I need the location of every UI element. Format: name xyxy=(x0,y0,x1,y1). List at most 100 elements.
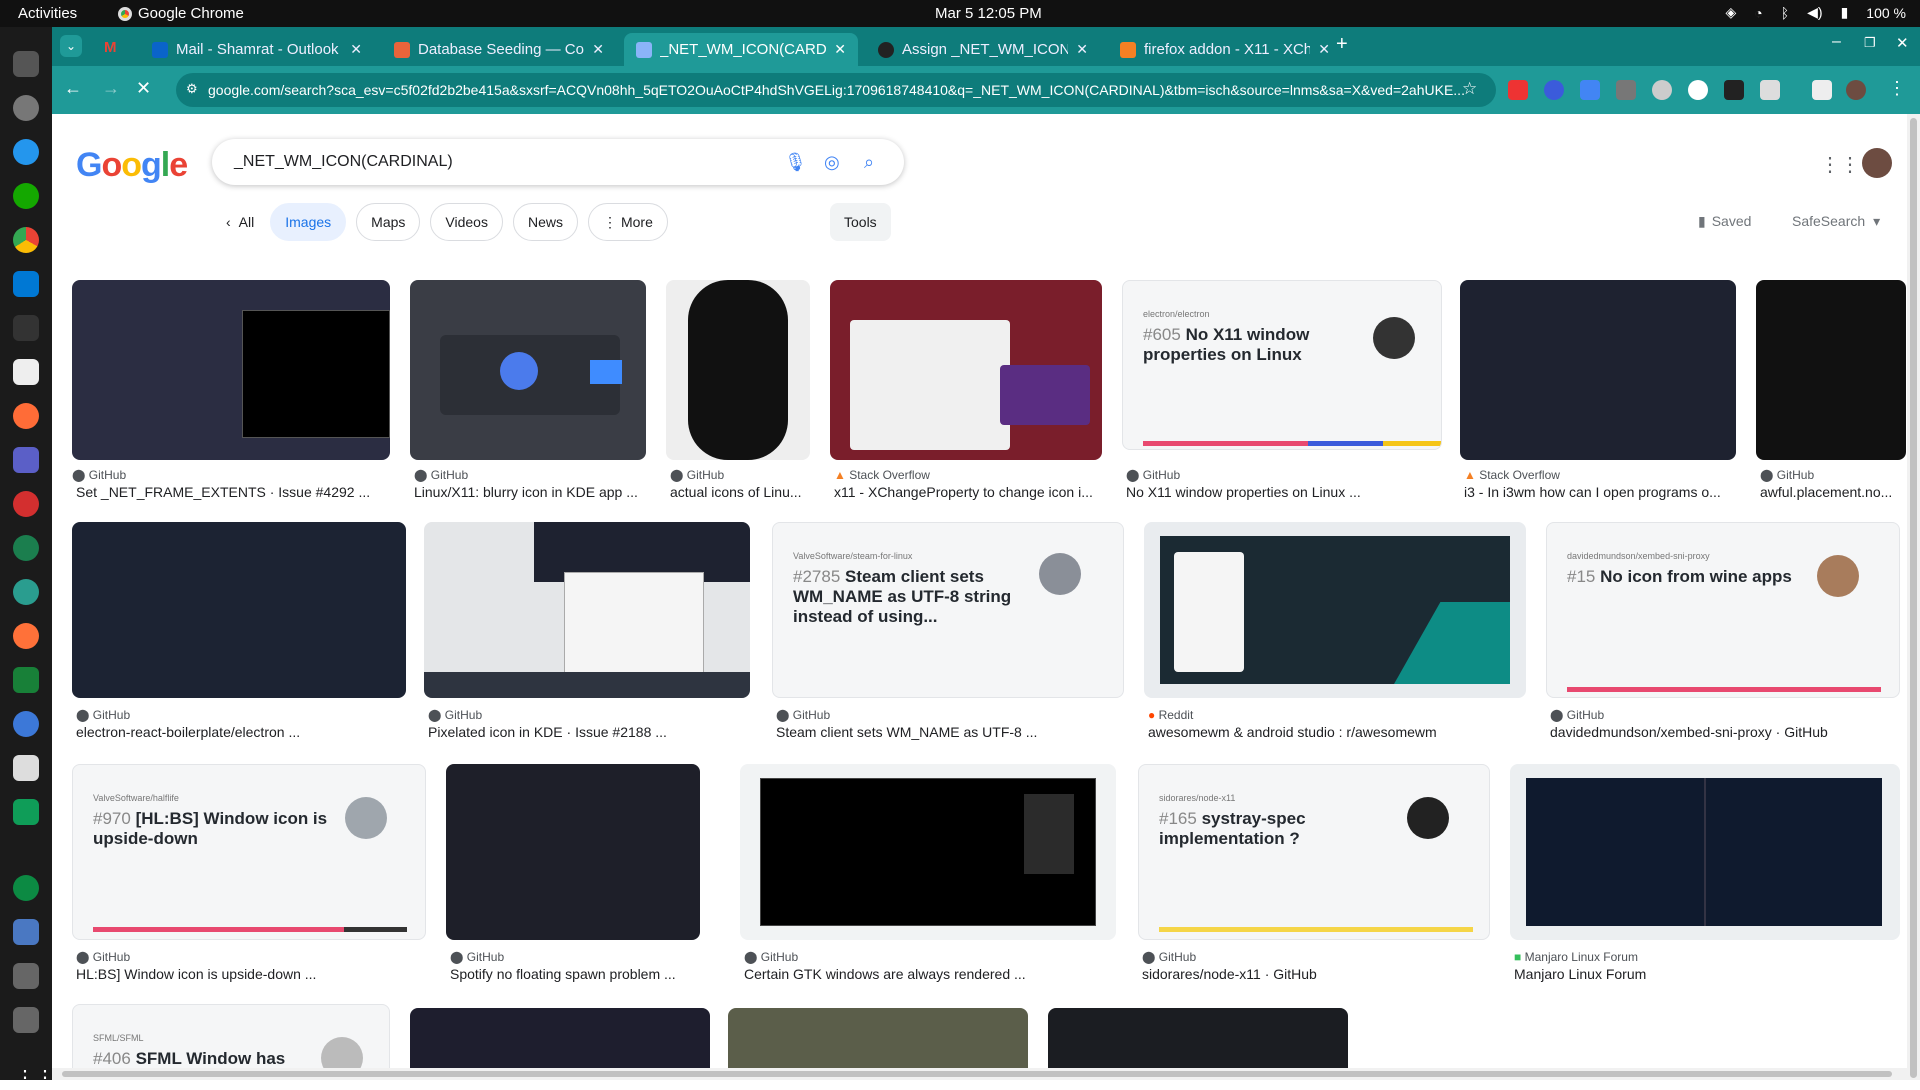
slack-icon[interactable] xyxy=(13,359,39,385)
result-caption[interactable]: No X11 window properties on Linux ... xyxy=(1126,484,1442,500)
tab-firefox-addon[interactable]: firefox addon - X11 - XCh ✕ xyxy=(1108,33,1342,66)
clock[interactable]: Mar 5 12:05 PM xyxy=(935,5,1042,22)
image-result[interactable]: ⬤ GitHub Pixelated icon in KDE · Issue #… xyxy=(424,522,750,747)
horizontal-scrollbar[interactable] xyxy=(52,1068,1907,1080)
google-account-avatar[interactable] xyxy=(1862,148,1892,178)
extension-f-icon[interactable] xyxy=(1616,80,1636,100)
show-apps-icon[interactable]: ⋮⋮ xyxy=(15,1065,55,1090)
activities-button[interactable]: Activities xyxy=(18,5,77,22)
result-thumbnail[interactable] xyxy=(72,522,406,698)
image-result[interactable]: ValveSoftware/steam-for-linux #2785 Stea… xyxy=(772,522,1124,747)
result-caption[interactable]: davidedmundson/xembed-sni-proxy · GitHub xyxy=(1550,724,1900,740)
adblock-icon[interactable] xyxy=(1508,80,1528,100)
tab-news[interactable]: News xyxy=(512,203,578,241)
image-result[interactable]: ⬤ GitHub Set _NET_FRAME_EXTENTS · Issue … xyxy=(72,280,390,505)
tab-more[interactable]: ⋮ More xyxy=(587,203,668,241)
image-result[interactable]: sidorares/node-x11 #165 systray-spec imp… xyxy=(1138,764,1490,989)
app-green-icon[interactable] xyxy=(13,535,39,561)
result-thumbnail[interactable]: sidorares/node-x11 #165 systray-spec imp… xyxy=(1138,764,1490,940)
result-caption[interactable]: Pixelated icon in KDE · Issue #2188 ... xyxy=(428,724,750,740)
profile-avatar-icon[interactable] xyxy=(1846,80,1866,100)
image-result[interactable]: ⬤ GitHub Certain GTK windows are always … xyxy=(740,764,1116,989)
result-thumbnail[interactable]: SFML/SFML #406 SFML Window has xyxy=(72,1004,390,1068)
result-caption[interactable]: HL:BS] Window icon is upside-down ... xyxy=(76,966,426,982)
color-picker-icon[interactable] xyxy=(1724,80,1744,100)
result-thumbnail[interactable] xyxy=(1144,522,1526,698)
bookmark-star-icon[interactable]: ☆ xyxy=(1462,79,1477,99)
postman-icon[interactable] xyxy=(13,403,39,429)
tools-button[interactable]: Tools xyxy=(830,203,891,241)
tab-search-button[interactable]: ⌄ xyxy=(60,35,82,57)
bluetooth-icon[interactable]: ᛒ xyxy=(1781,5,1789,21)
tab-all[interactable]: ‹ All xyxy=(220,203,260,241)
address-bar[interactable]: ⚙ google.com/search?sca_esv=c5f02fd2b2be… xyxy=(176,73,1496,107)
app-cube-icon[interactable] xyxy=(13,919,39,945)
result-caption[interactable]: x11 - XChangeProperty to change icon i..… xyxy=(834,484,1102,500)
tab-database-seeding[interactable]: Database Seeding — Co ✕ xyxy=(382,33,616,66)
result-caption[interactable]: Set _NET_FRAME_EXTENTS · Issue #4292 ... xyxy=(76,484,390,500)
result-caption[interactable]: Certain GTK windows are always rendered … xyxy=(744,966,1116,982)
image-result[interactable]: ⬤ GitHub electron-react-boilerplate/elec… xyxy=(72,522,406,747)
result-thumbnail[interactable] xyxy=(666,280,810,460)
close-tab-icon[interactable]: ✕ xyxy=(592,41,604,58)
extension-lock-icon[interactable] xyxy=(1688,80,1708,100)
translate-icon[interactable] xyxy=(1580,80,1600,100)
search-icon[interactable]: ⌕ xyxy=(864,152,874,173)
close-tab-icon[interactable]: ✕ xyxy=(1318,41,1330,58)
result-thumbnail[interactable] xyxy=(728,1008,1028,1068)
result-thumbnail[interactable] xyxy=(72,280,390,460)
image-result[interactable]: ● Reddit awesomewm & android studio : r/… xyxy=(1144,522,1526,747)
image-result[interactable]: ⬤ GitHub Linux/X11: blurry icon in KDE a… xyxy=(410,280,646,505)
side-panel-icon[interactable] xyxy=(1812,80,1832,100)
chrome-menu-icon[interactable]: ⋮ xyxy=(1888,78,1906,99)
tab-images[interactable]: Images xyxy=(270,203,347,241)
tab-google-search[interactable]: _NET_WM_ICON(CARDI ✕ xyxy=(624,33,858,66)
tab-assign-net-wm-icon[interactable]: Assign _NET_WM_ICON ✕ xyxy=(866,33,1100,66)
voice-search-icon[interactable]: 🎙︎ xyxy=(784,152,807,173)
image-result[interactable]: ⬤ GitHub actual icons of Linu... xyxy=(666,280,810,505)
close-window-button[interactable]: ✕ xyxy=(1896,34,1909,52)
stop-loading-button[interactable]: ✕ xyxy=(136,78,151,99)
app-c-icon[interactable] xyxy=(13,875,39,901)
app-red-icon[interactable] xyxy=(13,491,39,517)
extension-blue-icon[interactable] xyxy=(1544,80,1564,100)
site-info-icon[interactable]: ⚙ xyxy=(186,81,198,97)
result-thumbnail[interactable] xyxy=(1756,280,1906,460)
files-icon[interactable] xyxy=(13,51,39,77)
result-thumbnail[interactable] xyxy=(1460,280,1736,460)
close-tab-icon[interactable]: ✕ xyxy=(1076,41,1088,58)
tab-mail[interactable]: Mail - Shamrat - Outlook ✕ xyxy=(140,33,374,66)
image-result[interactable] xyxy=(728,1008,1028,1068)
result-thumbnail[interactable]: davidedmundson/xembed-sni-proxy #15 No i… xyxy=(1546,522,1900,698)
chat-icon[interactable] xyxy=(13,799,39,825)
extension-circle-icon[interactable] xyxy=(1652,80,1672,100)
back-button[interactable]: ← xyxy=(64,78,82,99)
teams-icon[interactable] xyxy=(13,447,39,473)
result-caption[interactable]: Manjaro Linux Forum xyxy=(1514,966,1900,982)
lens-icon[interactable]: ◎ xyxy=(824,152,840,173)
close-tab-icon[interactable]: ✕ xyxy=(834,41,846,58)
volume-icon[interactable]: ◀) xyxy=(1807,4,1822,21)
result-caption[interactable]: i3 - In i3wm how can I open programs o..… xyxy=(1464,484,1736,500)
result-caption[interactable]: Linux/X11: blurry icon in KDE app ... xyxy=(414,484,646,500)
result-thumbnail[interactable] xyxy=(424,522,750,698)
tab-videos[interactable]: Videos xyxy=(430,203,503,241)
result-caption[interactable]: electron-react-boilerplate/electron ... xyxy=(76,724,406,740)
new-tab-button[interactable]: + xyxy=(1336,33,1348,56)
result-caption[interactable]: Spotify no floating spawn problem ... xyxy=(450,966,700,982)
tab-maps[interactable]: Maps xyxy=(356,203,421,241)
result-thumbnail[interactable] xyxy=(1510,764,1900,940)
text-editor-icon[interactable] xyxy=(13,755,39,781)
image-result[interactable]: ValveSoftware/halflife #970 [HL:BS] Wind… xyxy=(72,764,426,989)
scrollbar-thumb[interactable] xyxy=(62,1071,1892,1077)
system-tray[interactable]: ◈ ◔ ᛒ ◀) ▮ 100 % xyxy=(1725,4,1906,21)
scrollbar-thumb[interactable] xyxy=(1910,118,1917,1078)
close-tab-icon[interactable]: ✕ xyxy=(350,41,362,58)
result-thumbnail[interactable] xyxy=(410,280,646,460)
app-menu[interactable]: Google Chrome xyxy=(118,5,244,22)
result-thumbnail[interactable] xyxy=(830,280,1102,460)
image-result[interactable]: ⬤ GitHub Spotify no floating spawn probl… xyxy=(446,764,700,989)
network-icon[interactable]: ◈ xyxy=(1725,4,1736,21)
result-caption[interactable]: awesomewm & android studio : r/awesomewm xyxy=(1148,724,1526,740)
result-thumbnail[interactable]: ValveSoftware/halflife #970 [HL:BS] Wind… xyxy=(72,764,426,940)
